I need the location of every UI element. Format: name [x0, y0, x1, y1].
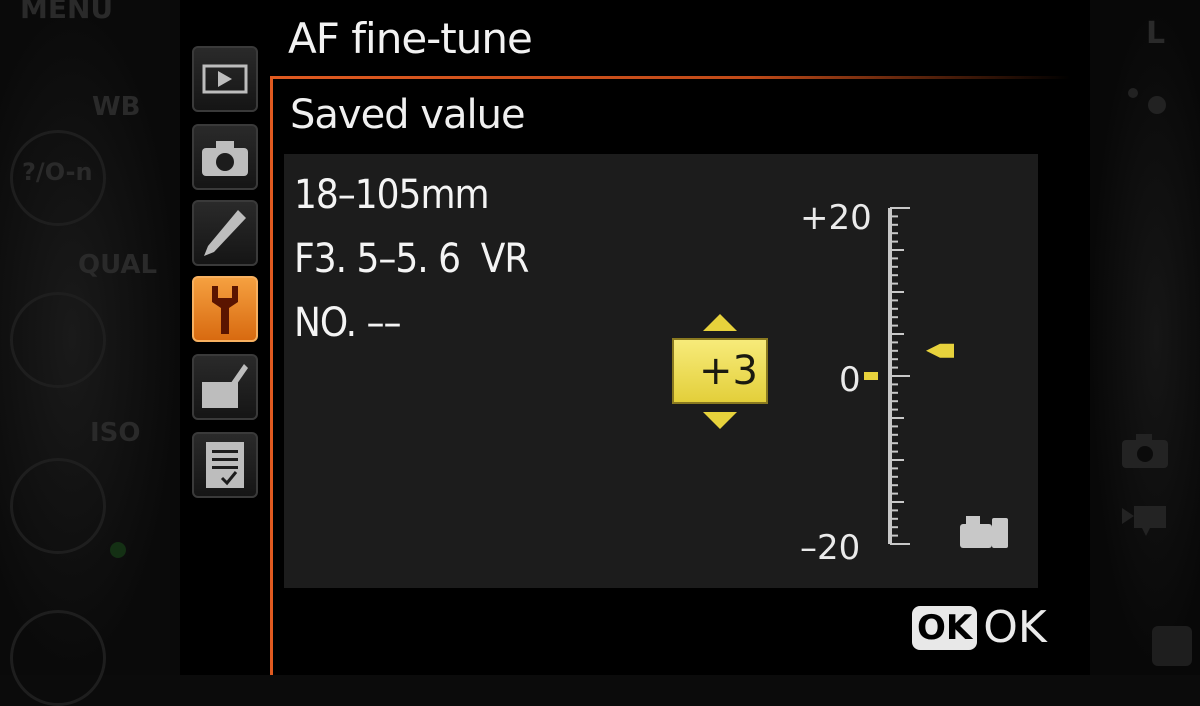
fine-tune-scale	[864, 207, 1008, 548]
menu-button-label[interactable]: MENU	[20, 0, 113, 25]
retouch-brush-icon	[202, 364, 248, 408]
help-lock-label: ?/O-n	[22, 158, 93, 186]
sensor-dot-icon	[1148, 96, 1166, 114]
tab-retouch[interactable]	[192, 354, 258, 420]
lcd-screen: AF fine-tune Saved value 18–105mm F3. 5–…	[180, 0, 1090, 675]
camera-body-left: MENU WB ?/O-n QUAL ISO	[0, 0, 180, 706]
video-camera-icon	[1122, 506, 1166, 536]
wrench-icon	[212, 286, 238, 334]
iso-button-label[interactable]: ISO	[90, 418, 141, 448]
increase-arrow-icon[interactable]	[703, 314, 737, 331]
zero-marker	[864, 372, 878, 380]
tab-custom-settings[interactable]	[192, 200, 258, 266]
status-led	[110, 542, 126, 558]
lens-focal-length: 18–105mm	[294, 172, 490, 218]
ok-hint[interactable]: OK OK	[912, 602, 1047, 653]
wb-button-label[interactable]: WB	[92, 92, 141, 122]
checklist-icon	[206, 442, 244, 488]
camera-icon	[202, 141, 248, 176]
speaker-dot-icon	[1128, 88, 1138, 98]
ok-label: OK	[983, 602, 1047, 653]
tab-playback[interactable]	[192, 46, 258, 112]
value-pointer	[926, 343, 954, 358]
zoom-out-button[interactable]	[10, 458, 106, 554]
camera-icon	[1122, 434, 1168, 468]
playback-icon	[202, 64, 248, 94]
pencil-icon	[204, 210, 246, 256]
scale-min-label: –20	[800, 528, 861, 568]
decrease-arrow-icon[interactable]	[703, 412, 737, 429]
tab-recent-settings[interactable]	[192, 432, 258, 498]
camera-body-right: L	[1090, 0, 1200, 675]
fine-tune-value[interactable]: +3	[672, 338, 768, 404]
menu-frame-left	[270, 76, 273, 675]
section-title: Saved value	[290, 92, 526, 138]
live-view-button[interactable]	[1152, 626, 1192, 666]
tab-shooting[interactable]	[192, 124, 258, 190]
lens-number: NO. ––	[294, 300, 401, 346]
info-button[interactable]	[10, 610, 106, 706]
zoom-in-button[interactable]	[10, 292, 106, 388]
lens-aperture: F3. 5–5. 6 VR	[294, 236, 529, 282]
qual-button-label[interactable]: QUAL	[78, 250, 157, 280]
page-title: AF fine-tune	[288, 14, 533, 63]
camera-lens-indicator-icon	[960, 516, 1008, 548]
tab-setup[interactable]	[192, 276, 258, 342]
mode-label: L	[1146, 16, 1166, 51]
fine-tune-panel: 18–105mm F3. 5–5. 6 VR NO. –– +3 +20 0 –…	[284, 154, 1038, 588]
ok-button-icon: OK	[912, 605, 978, 650]
menu-frame-top	[270, 76, 1070, 79]
